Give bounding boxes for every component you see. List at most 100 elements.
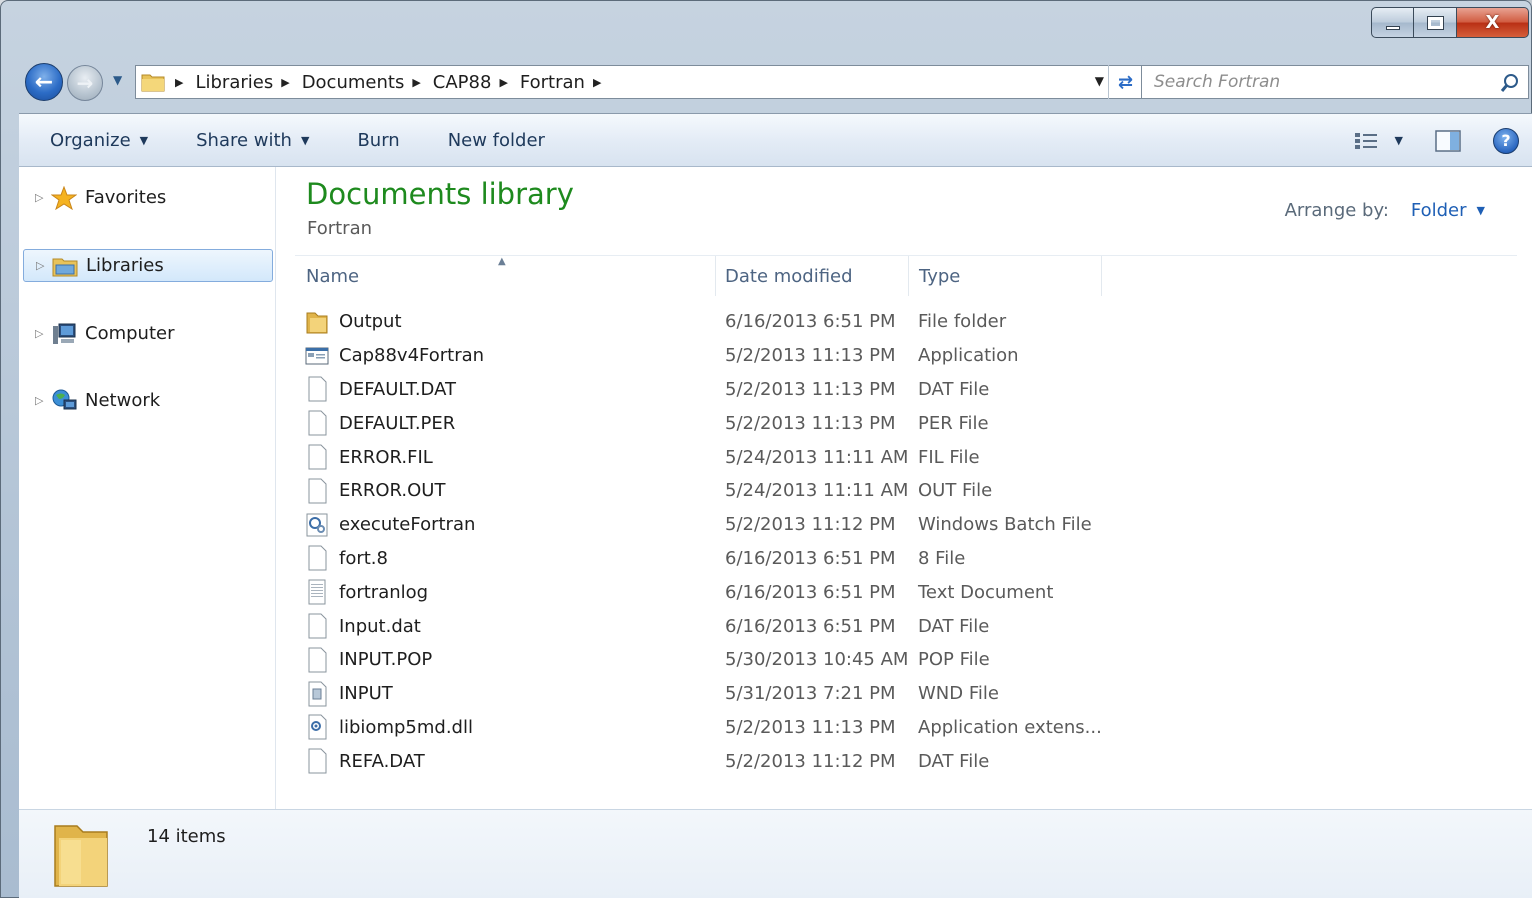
file-date-modified: 6/16/2013 6:51 PM xyxy=(725,581,896,603)
file-date-modified: 5/31/2013 7:21 PM xyxy=(725,683,896,705)
file-type: DAT File xyxy=(918,750,990,772)
column-header-type[interactable]: Type xyxy=(919,266,960,287)
file-name: Output xyxy=(339,311,402,333)
breadcrumb-separator[interactable]: ▶ xyxy=(412,76,420,89)
navigation-bar: ← → ▼ ▶ Libraries ▶ Documents ▶ CAP88 ▶ … xyxy=(21,61,1531,103)
close-button[interactable]: X xyxy=(1457,7,1529,38)
file-type: Application extens... xyxy=(918,716,1102,738)
file-icon xyxy=(305,376,339,402)
file-row[interactable]: DEFAULT.PER 5/2/2013 11:13 PM PER File xyxy=(305,406,1205,440)
arrange-by-dropdown[interactable]: Folder xyxy=(1411,200,1467,221)
file-row[interactable]: ERROR.OUT 5/24/2013 11:11 AM OUT File xyxy=(305,474,1205,508)
file-name: INPUT xyxy=(339,683,393,705)
file-name-cell: ERROR.OUT xyxy=(305,478,445,504)
file-name-cell: ERROR.FIL xyxy=(305,444,433,470)
chevron-down-icon: ▼ xyxy=(300,133,310,147)
arrange-by-label: Arrange by: xyxy=(1284,200,1389,221)
dll-file-icon xyxy=(305,714,339,740)
file-name-cell: libiomp5md.dll xyxy=(305,714,473,740)
file-row[interactable]: INPUT.POP 5/30/2013 10:45 AM POP File xyxy=(305,643,1205,677)
file-list: Output 6/16/2013 6:51 PM File folder Cap88v… xyxy=(305,305,1205,778)
file-row[interactable]: INPUT 5/31/2013 7:21 PM WND File xyxy=(305,677,1205,711)
file-date-modified: 5/2/2013 11:13 PM xyxy=(725,412,896,434)
breadcrumb-separator[interactable]: ▶ xyxy=(593,76,601,89)
expand-arrow-icon[interactable]: ▷ xyxy=(35,327,51,340)
organize-button[interactable]: Organize ▼ xyxy=(50,130,148,151)
breadcrumb-separator[interactable]: ▶ xyxy=(281,76,289,89)
file-name-cell: DEFAULT.PER xyxy=(305,410,455,436)
breadcrumb-cap88[interactable]: CAP88 xyxy=(433,72,492,93)
batch-file-icon xyxy=(305,512,339,538)
address-bar[interactable]: ▶ Libraries ▶ Documents ▶ CAP88 ▶ Fortra… xyxy=(135,65,1143,99)
application-icon xyxy=(305,343,339,369)
forward-button[interactable]: → xyxy=(67,65,103,101)
file-name: executeFortran xyxy=(339,514,476,536)
breadcrumb-documents[interactable]: Documents xyxy=(302,72,405,93)
file-name-cell: Output xyxy=(305,309,402,335)
file-row[interactable]: fort.8 6/16/2013 6:51 PM 8 File xyxy=(305,542,1205,576)
file-row[interactable]: fortranlog 6/16/2013 6:51 PM Text Document xyxy=(305,575,1205,609)
view-options-dropdown[interactable]: ▼ xyxy=(1395,134,1403,147)
wnd-file-icon xyxy=(305,681,339,707)
file-icon xyxy=(305,410,339,436)
file-type: WND File xyxy=(918,683,999,705)
sidebar-item-favorites[interactable]: ▷ Favorites xyxy=(23,181,273,214)
sidebar-item-computer[interactable]: ▷ Computer xyxy=(23,317,273,350)
file-row[interactable]: DEFAULT.DAT 5/2/2013 11:13 PM DAT File xyxy=(305,373,1205,407)
share-with-button[interactable]: Share with ▼ xyxy=(196,130,309,151)
file-icon xyxy=(305,478,339,504)
computer-icon xyxy=(53,323,76,344)
caption-buttons: X xyxy=(1371,7,1529,38)
change-view-icon[interactable] xyxy=(1353,130,1381,152)
column-divider[interactable] xyxy=(1101,256,1102,296)
breadcrumb-libraries[interactable]: Libraries xyxy=(195,72,273,93)
column-header-date-modified[interactable]: Date modified xyxy=(725,266,853,287)
file-row[interactable]: Cap88v4Fortran 5/2/2013 11:13 PM Applicati… xyxy=(305,339,1205,373)
file-name-cell: Cap88v4Fortran xyxy=(305,343,484,369)
expand-arrow-icon[interactable]: ▷ xyxy=(35,191,51,204)
address-history-dropdown[interactable]: ▼ xyxy=(1095,74,1104,88)
column-divider[interactable] xyxy=(908,256,909,296)
file-row[interactable]: libiomp5md.dll 5/2/2013 11:13 PM Applicati… xyxy=(305,711,1205,745)
breadcrumb-fortran[interactable]: Fortran xyxy=(520,72,585,93)
file-date-modified: 5/30/2013 10:45 AM xyxy=(725,649,909,671)
file-icon xyxy=(305,748,339,774)
recent-pages-dropdown[interactable]: ▼ xyxy=(113,73,122,87)
chevron-down-icon[interactable]: ▼ xyxy=(1477,204,1485,217)
help-icon[interactable]: ? xyxy=(1493,127,1519,154)
maximize-button[interactable] xyxy=(1414,7,1457,38)
file-row[interactable]: executeFortran 5/2/2013 11:12 PM Windows B… xyxy=(305,508,1205,542)
file-row[interactable]: Input.dat 6/16/2013 6:51 PM DAT File xyxy=(305,609,1205,643)
file-row[interactable]: REFA.DAT 5/2/2013 11:12 PM DAT File xyxy=(305,744,1205,778)
star-icon xyxy=(51,185,77,210)
search-icon[interactable] xyxy=(1500,73,1520,93)
refresh-button[interactable]: ⇄ xyxy=(1108,65,1142,99)
file-row[interactable]: ERROR.FIL 5/24/2013 11:11 AM FIL File xyxy=(305,440,1205,474)
folder-icon xyxy=(54,825,108,887)
file-name-cell: fort.8 xyxy=(305,545,388,571)
file-name: ERROR.FIL xyxy=(339,446,433,468)
file-row[interactable]: Output 6/16/2013 6:51 PM File folder xyxy=(305,305,1205,339)
column-header-name[interactable]: Name xyxy=(306,266,359,287)
file-type: POP File xyxy=(918,649,990,671)
file-name-cell: executeFortran xyxy=(305,512,475,538)
file-name: Input.dat xyxy=(339,615,421,637)
chevron-down-icon: ▼ xyxy=(139,133,149,147)
breadcrumb-separator[interactable]: ▶ xyxy=(175,76,183,89)
expand-arrow-icon[interactable]: ▷ xyxy=(35,394,51,407)
file-name: INPUT.POP xyxy=(339,649,433,671)
column-divider[interactable] xyxy=(715,256,716,296)
search-input[interactable] xyxy=(1154,72,1494,92)
expand-arrow-icon[interactable]: ▷ xyxy=(36,259,52,272)
folder-icon xyxy=(305,309,339,335)
preview-pane-icon[interactable] xyxy=(1435,129,1461,153)
file-name: fort.8 xyxy=(339,547,388,569)
sidebar-item-libraries[interactable]: ▷ Libraries xyxy=(23,249,273,282)
back-button[interactable]: ← xyxy=(25,63,63,101)
sidebar-item-network[interactable]: ▷ Network xyxy=(23,384,273,417)
new-folder-button[interactable]: New folder xyxy=(448,130,545,151)
file-name-cell: fortranlog xyxy=(305,579,428,605)
burn-button[interactable]: Burn xyxy=(357,130,399,151)
minimize-button[interactable] xyxy=(1371,7,1414,38)
breadcrumb-separator[interactable]: ▶ xyxy=(499,76,507,89)
